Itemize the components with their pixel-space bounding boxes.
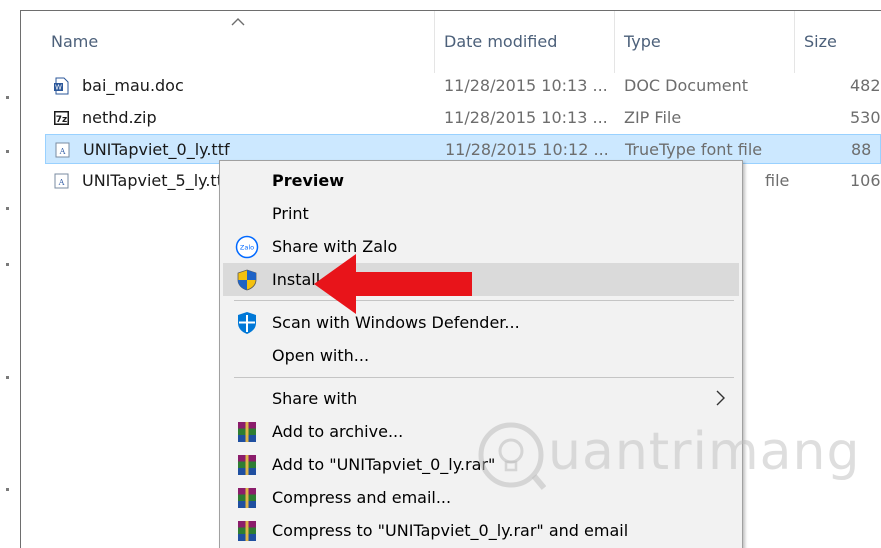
column-header-date-modified[interactable]: Date modified [434, 11, 614, 73]
svg-text:A: A [58, 178, 65, 187]
file-type: TrueType font file [625, 140, 763, 159]
file-size: 530 [850, 108, 881, 127]
file-size: 106 [850, 171, 881, 190]
file-date: 11/28/2015 10:13 ... [444, 108, 608, 127]
file-type: ZIP File [624, 108, 682, 127]
chevron-right-icon [716, 390, 725, 406]
column-header-size[interactable]: Size [794, 11, 881, 73]
file-name: UNITapviet_5_ly.ttf [82, 171, 229, 190]
uac-shield-icon [237, 269, 257, 291]
file-name: nethd.zip [82, 108, 157, 127]
file-row[interactable]: 7z nethd.zip 11/28/2015 10:13 ... ZIP Fi… [45, 103, 881, 133]
menu-separator [234, 377, 734, 378]
file-name: UNITapviet_0_ly.ttf [83, 140, 230, 159]
winrar-icon [238, 521, 256, 541]
svg-text:A: A [59, 147, 66, 156]
svg-text:7z: 7z [56, 115, 68, 125]
windows-defender-icon [238, 312, 256, 334]
svg-text:Zalo: Zalo [240, 244, 254, 252]
file-size: 482 [850, 76, 881, 95]
menu-separator [234, 300, 734, 301]
file-size: 88 [851, 140, 872, 159]
menu-item-print[interactable]: Print [223, 197, 739, 230]
red-arrow-annotation-icon [314, 254, 472, 314]
file-row[interactable]: W bai_mau.doc 11/28/2015 10:13 ... DOC D… [45, 71, 881, 101]
menu-item-compress-to-rar-and-email[interactable]: Compress to "UNITapviet_0_ly.rar" and em… [223, 514, 739, 547]
lightbulb-logo-icon [478, 422, 546, 490]
column-header-type[interactable]: Type [614, 11, 794, 73]
file-date: 11/28/2015 10:13 ... [444, 76, 608, 95]
menu-item-preview[interactable]: Preview [223, 164, 739, 197]
menu-item-open-with[interactable]: Open with... [223, 339, 739, 372]
word-doc-icon: W [54, 77, 69, 95]
file-type: file [765, 171, 790, 190]
file-type: DOC Document [624, 76, 749, 95]
menu-item-share-with-zalo[interactable]: Zalo Share with Zalo [223, 230, 739, 263]
winrar-icon [238, 488, 256, 508]
file-date: 11/28/2015 10:12 ... [445, 140, 609, 159]
quantrimang-watermark: uantrimang [468, 416, 859, 492]
winrar-icon [238, 422, 256, 442]
zalo-icon: Zalo [235, 235, 259, 259]
window-edge-marks [6, 0, 10, 548]
column-header-name[interactable]: Name [41, 11, 443, 73]
svg-text:W: W [55, 84, 62, 92]
column-header-row: Name Date modified Type Size [21, 11, 881, 73]
truetype-font-icon: A [55, 142, 70, 158]
menu-item-share-with[interactable]: Share with [223, 382, 739, 415]
file-name: bai_mau.doc [82, 76, 184, 95]
watermark-text: uantrimang [548, 422, 861, 482]
truetype-font-icon: A [54, 173, 69, 189]
7zip-icon: 7z [54, 111, 69, 125]
winrar-icon [238, 455, 256, 475]
menu-item-install[interactable]: Install [223, 263, 739, 296]
menu-item-scan-with-windows-defender[interactable]: Scan with Windows Defender... [223, 306, 739, 339]
